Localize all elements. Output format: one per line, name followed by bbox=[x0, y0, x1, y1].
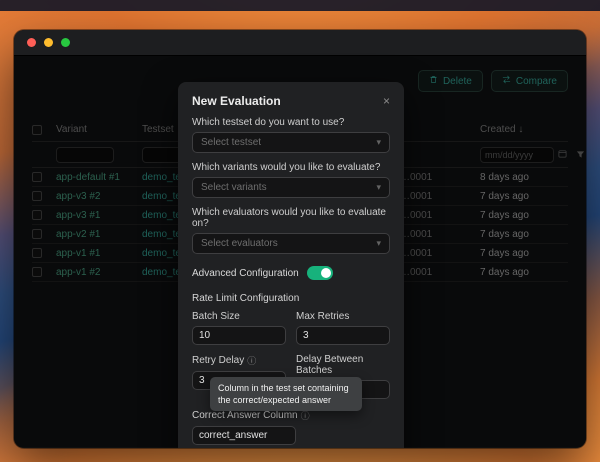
max-retries-label: Max Retries bbox=[296, 311, 390, 322]
chevron-down-icon: ▾ bbox=[376, 182, 381, 193]
app-window: Delete Compare Variant Testset bbox=[14, 30, 586, 448]
advanced-configuration-toggle[interactable] bbox=[307, 266, 333, 280]
desktop-wallpaper: Delete Compare Variant Testset bbox=[0, 0, 600, 462]
variants-select-placeholder: Select variants bbox=[201, 182, 267, 193]
evaluators-question-label: Which evaluators would you like to evalu… bbox=[192, 207, 390, 229]
batch-size-input[interactable] bbox=[192, 326, 286, 345]
close-window-button[interactable] bbox=[27, 38, 36, 47]
macos-menu-bar bbox=[0, 0, 600, 11]
max-retries-field: Max Retries bbox=[296, 311, 390, 345]
toggle-knob bbox=[321, 268, 331, 278]
evaluators-select-placeholder: Select evaluators bbox=[201, 238, 278, 249]
evaluators-select[interactable]: Select evaluators ▾ bbox=[192, 233, 390, 254]
rate-limit-section-label: Rate Limit Configuration bbox=[192, 293, 390, 304]
chevron-down-icon: ▾ bbox=[376, 137, 381, 148]
testset-select-placeholder: Select testset bbox=[201, 137, 261, 148]
info-icon[interactable]: ⓘ bbox=[247, 354, 256, 367]
max-retries-input[interactable] bbox=[296, 326, 390, 345]
window-titlebar[interactable] bbox=[14, 30, 586, 56]
variants-select[interactable]: Select variants ▾ bbox=[192, 177, 390, 198]
zoom-window-button[interactable] bbox=[61, 38, 70, 47]
correct-answer-column-input[interactable] bbox=[192, 426, 296, 445]
testset-question-label: Which testset do you want to use? bbox=[192, 117, 390, 128]
modal-title: New Evaluation bbox=[192, 94, 281, 108]
correct-answer-column-field: Column in the test set containing the co… bbox=[192, 409, 390, 445]
testset-select[interactable]: Select testset ▾ bbox=[192, 132, 390, 153]
delay-between-batches-label: Delay Between Batches bbox=[296, 354, 390, 376]
minimize-window-button[interactable] bbox=[44, 38, 53, 47]
chevron-down-icon: ▾ bbox=[376, 238, 381, 249]
batch-size-field: Batch Size bbox=[192, 311, 286, 345]
variants-question-label: Which variants would you like to evaluat… bbox=[192, 162, 390, 173]
correct-answer-tooltip: Column in the test set containing the co… bbox=[210, 377, 362, 411]
new-evaluation-modal: New Evaluation × Which testset do you wa… bbox=[178, 82, 404, 448]
retry-delay-label: Retry Delay bbox=[192, 355, 244, 366]
close-icon[interactable]: × bbox=[383, 95, 390, 107]
advanced-configuration-label: Advanced Configuration bbox=[192, 268, 299, 279]
batch-size-label: Batch Size bbox=[192, 311, 286, 322]
correct-answer-column-label: Correct Answer Column bbox=[192, 410, 298, 421]
